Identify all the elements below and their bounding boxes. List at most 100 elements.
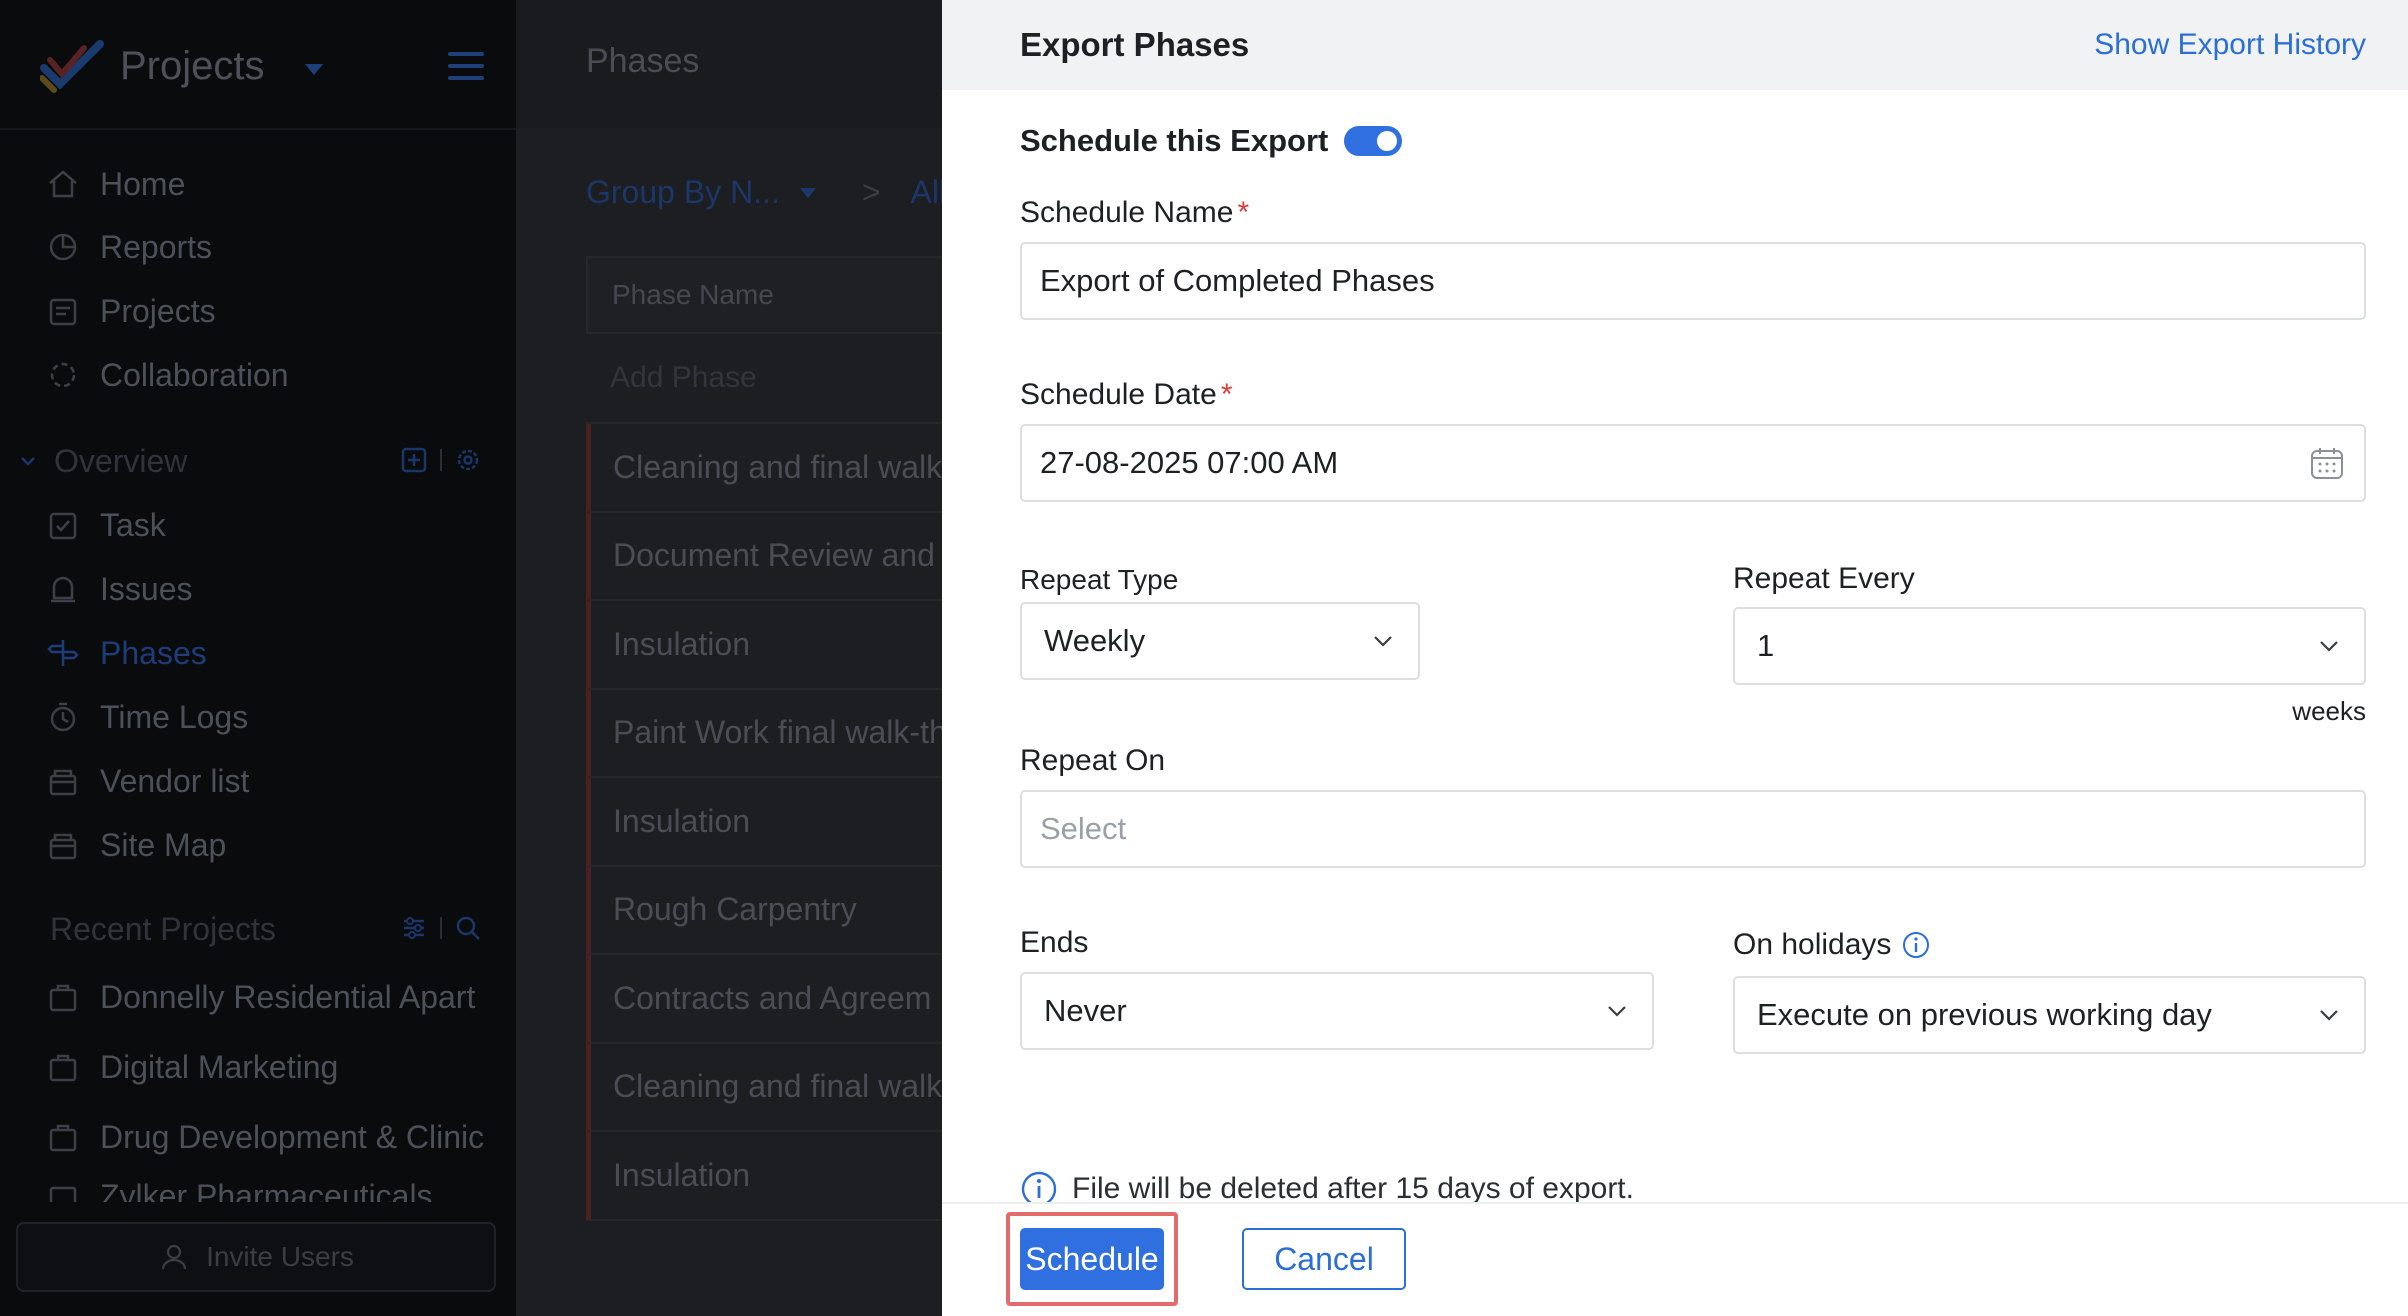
schedule-date-field[interactable]: 27-08-2025 07:00 AM (1020, 424, 2366, 502)
time-logs-icon (50, 702, 76, 732)
recent-project-label: Donnelly Residential Apart (100, 978, 476, 1015)
recent-tools (400, 914, 482, 942)
vendor-list-icon (49, 769, 77, 796)
add-icon[interactable] (400, 446, 428, 474)
table-row[interactable]: Insulation (586, 778, 942, 867)
ends-label: Ends (1020, 926, 1089, 959)
repeat-type-label: Repeat Type (1020, 564, 1179, 595)
recent-project-label: Zylker Pharmaceuticals (100, 1178, 433, 1202)
chevron-down-icon (2320, 1010, 2338, 1021)
sidebar-item-site-map[interactable]: Site Map (46, 820, 226, 870)
sidebar-item-label: Task (100, 506, 166, 543)
show-export-history-link[interactable]: Show Export History (2094, 28, 2366, 62)
sidebar-item-label: Phases (100, 634, 207, 671)
sidebar-item-time-logs[interactable]: Time Logs (46, 692, 248, 742)
ends-select[interactable]: Never (1020, 972, 1654, 1050)
recent-project-label: Digital Marketing (100, 1048, 339, 1085)
section-recent-projects: Recent Projects (50, 904, 276, 954)
tool-separator (440, 917, 442, 939)
project-icon (49, 1054, 77, 1082)
site-map-icon (49, 833, 77, 860)
table-row[interactable]: Paint Work final walk-th (586, 689, 942, 778)
on-holidays-select[interactable]: Execute on previous working day (1733, 976, 2366, 1054)
table-row[interactable]: Insulation (586, 1132, 942, 1221)
chevron-down-icon[interactable] (304, 63, 323, 75)
recent-project-item[interactable]: Zylker Pharmaceuticals (46, 1178, 433, 1202)
recent-project-item[interactable]: Drug Development & Clinic (46, 1112, 484, 1162)
menu-toggle-icon[interactable] (448, 52, 484, 80)
panel-title: Export Phases (1020, 26, 1250, 63)
collaboration-icon (50, 362, 76, 388)
chevron-down-icon (21, 457, 35, 466)
app-logo-icon (40, 40, 104, 93)
export-phases-panel: Export Phases Show Export History Schedu… (942, 0, 2408, 1316)
sidebar-item-home[interactable]: Home (46, 159, 185, 209)
group-by-dropdown[interactable]: Group By N... > All P (586, 174, 942, 211)
repeat-type-select[interactable]: Weekly (1020, 602, 1420, 680)
schedule-date-label: Schedule Date * (1020, 378, 1233, 412)
recent-project-item[interactable]: Digital Marketing (46, 1042, 338, 1092)
column-header-phase-name[interactable]: Phase Name (586, 256, 942, 334)
search-icon[interactable] (454, 914, 482, 942)
phases-list-view: Phases Group By N... > All P Phase Name … (516, 0, 942, 1316)
info-icon[interactable] (1901, 930, 1931, 960)
phases-icon (47, 640, 79, 666)
panel-header: Export Phases Show Export History (942, 0, 2408, 90)
repeat-on-select[interactable]: Select (1020, 790, 2366, 868)
sidebar: Projects Home Reports Projects Collabora… (0, 0, 516, 1316)
table-row[interactable]: Insulation (586, 601, 942, 690)
ends-value: Never (1044, 993, 1127, 1028)
task-icon (49, 512, 77, 540)
repeat-every-label: Repeat Every (1733, 562, 1915, 595)
sidebar-item-issues[interactable]: Issues (46, 564, 192, 614)
repeat-on-label: Repeat On (1020, 744, 1166, 777)
sidebar-item-projects[interactable]: Projects (46, 286, 216, 336)
app-brand[interactable]: Projects (40, 36, 323, 96)
add-phase-input[interactable]: Add Phase (586, 334, 942, 424)
info-note-text: File will be deleted after 15 days of ex… (1072, 1172, 1634, 1205)
schedule-toggle-label: Schedule this Export (1020, 123, 1329, 158)
invite-users-label: Invite Users (206, 1241, 354, 1272)
sidebar-item-label: Time Logs (100, 698, 249, 735)
sidebar-item-task[interactable]: Task (46, 500, 166, 550)
gear-icon[interactable] (454, 446, 482, 474)
project-icon (49, 984, 77, 1012)
recent-project-item[interactable]: Donnelly Residential Apart (46, 972, 475, 1022)
sidebar-item-phases[interactable]: Phases (46, 628, 207, 678)
sidebar-item-collaboration[interactable]: Collaboration (46, 350, 289, 400)
on-holidays-label: On holidays (1733, 928, 1931, 962)
table-row[interactable]: Document Review and (586, 512, 942, 601)
invite-users-button[interactable]: Invite Users (16, 1222, 496, 1292)
chevron-down-icon (1374, 636, 1392, 647)
table-row[interactable]: Cleaning and final walk (586, 424, 942, 513)
cancel-button[interactable]: Cancel (1242, 1228, 1406, 1290)
chevron-down-icon (2320, 641, 2338, 652)
sidebar-item-reports[interactable]: Reports (46, 222, 212, 272)
sidebar-item-label: Collaboration (100, 356, 289, 393)
section-overview[interactable]: Overview (18, 436, 187, 486)
section-heading: Overview (54, 442, 188, 479)
sidebar-item-vendor-list[interactable]: Vendor list (46, 756, 249, 806)
repeat-every-select[interactable]: 1 (1733, 607, 2366, 685)
schedule-name-label: Schedule Name * (1020, 196, 1249, 230)
project-icon (49, 1186, 77, 1202)
chevron-down-icon (1608, 1006, 1626, 1017)
schedule-export-toggle[interactable] (1344, 126, 1403, 156)
calendar-icon[interactable] (2308, 444, 2346, 482)
page-title: Phases (586, 42, 700, 80)
sidebar-item-label: Projects (100, 292, 216, 329)
schedule-button[interactable]: Schedule (1020, 1228, 1164, 1290)
repeat-every-value: 1 (1757, 628, 1775, 663)
user-icon (161, 1244, 187, 1270)
breadcrumb-all-phases[interactable]: All P (911, 174, 942, 211)
breadcrumb-chevron-icon: > (861, 174, 881, 210)
table-row[interactable]: Rough Carpentry (586, 866, 942, 955)
schedule-date-value: 27-08-2025 07:00 AM (1040, 445, 1339, 480)
chevron-down-icon (799, 187, 816, 198)
table-row[interactable]: Contracts and Agreem (586, 955, 942, 1044)
home-icon (49, 170, 77, 198)
table-row[interactable]: Cleaning and final walk (586, 1043, 942, 1132)
filter-icon[interactable] (400, 914, 428, 942)
schedule-name-field[interactable]: Export of Completed Phases (1020, 242, 2366, 320)
required-mark: * (1237, 196, 1250, 229)
